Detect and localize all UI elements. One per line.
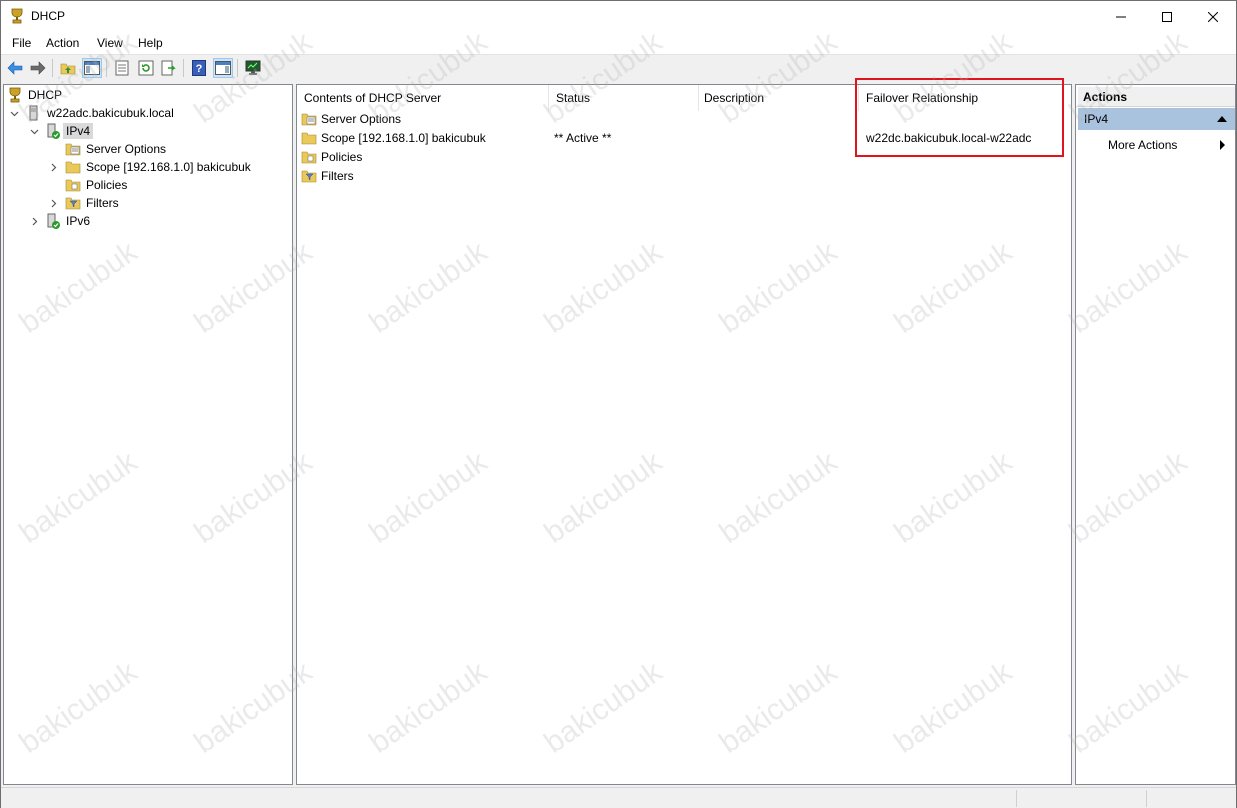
server-icon xyxy=(29,105,38,121)
forward-arrow-icon xyxy=(30,61,46,75)
filters-folder-icon xyxy=(301,170,317,183)
tree-node-ipv6[interactable]: IPv6 xyxy=(4,212,284,230)
tree-node-filters[interactable]: Filters xyxy=(4,194,284,212)
tree-label-ipv6: IPv6 xyxy=(66,214,91,228)
actions-section-label: IPv4 xyxy=(1084,112,1109,126)
status-bar-segment xyxy=(1016,790,1017,807)
maximize-button[interactable] xyxy=(1144,1,1190,32)
more-actions-link[interactable]: More Actions xyxy=(1108,138,1177,152)
server-options-icon xyxy=(301,113,317,126)
failover-highlight-box xyxy=(855,78,1064,157)
close-icon xyxy=(1208,11,1218,22)
refresh-button[interactable] xyxy=(136,58,156,78)
toolbar-separator xyxy=(52,59,53,77)
minimize-button[interactable] xyxy=(1098,1,1144,32)
back-button[interactable] xyxy=(5,58,25,78)
list-item-name: Server Options xyxy=(321,112,402,126)
svg-text:?: ? xyxy=(196,63,203,75)
tree-label-server: w22adc.bakicubuk.local xyxy=(47,106,174,120)
show-hide-tree-icon xyxy=(84,61,100,75)
dhcp-window: DHCP File Action View Help ? DHCP w22adc… xyxy=(0,0,1237,808)
maximize-icon xyxy=(1162,11,1172,22)
toolbar: ? xyxy=(1,54,1236,80)
status-bar-segment xyxy=(1146,790,1147,807)
tree-node-policies[interactable]: Policies xyxy=(4,176,284,194)
properties-icon xyxy=(115,60,129,76)
refresh-icon xyxy=(138,60,154,76)
actions-section-ipv4[interactable]: IPv4 xyxy=(1078,108,1235,130)
dhcp-app-icon xyxy=(11,8,23,24)
server-options-icon xyxy=(65,143,81,156)
column-header-name[interactable]: Contents of DHCP Server xyxy=(297,85,549,111)
scope-folder-icon xyxy=(65,161,81,174)
show-hide-action-pane-button[interactable] xyxy=(213,58,233,78)
dhcp-icon xyxy=(9,87,21,103)
list-item-name: Filters xyxy=(321,169,354,183)
ipv4-icon xyxy=(47,123,60,139)
back-arrow-icon xyxy=(7,61,23,75)
export-list-button[interactable] xyxy=(159,58,179,78)
menu-action[interactable]: Action xyxy=(46,36,79,50)
menu-view[interactable]: View xyxy=(97,36,123,50)
tree-label-scope: Scope [192.168.1.0] bakicubuk xyxy=(86,160,251,174)
toolbar-separator xyxy=(106,59,107,77)
collapse-triangle-icon[interactable] xyxy=(1217,116,1227,122)
up-one-level-button[interactable] xyxy=(58,58,78,78)
column-header-description[interactable]: Description xyxy=(697,85,859,111)
window-title: DHCP xyxy=(31,9,66,23)
monitor-button[interactable] xyxy=(243,58,263,78)
minimize-icon xyxy=(1116,16,1126,17)
expand-chevron-icon[interactable] xyxy=(48,162,58,172)
export-list-icon xyxy=(161,60,176,76)
title-bar: DHCP xyxy=(1,1,1236,32)
forward-button[interactable] xyxy=(28,58,48,78)
list-item-status: ** Active ** xyxy=(554,131,612,145)
list-item-name: Scope [192.168.1.0] bakicubuk xyxy=(321,131,486,145)
list-item[interactable]: Server Options xyxy=(301,110,401,128)
toolbar-separator xyxy=(237,59,238,77)
list-item[interactable]: Filters xyxy=(301,167,354,185)
filters-folder-icon xyxy=(65,197,81,210)
collapse-chevron-icon[interactable] xyxy=(29,126,39,136)
policies-folder-icon xyxy=(65,179,81,192)
menu-file[interactable]: File xyxy=(12,36,31,50)
help-button[interactable]: ? xyxy=(189,58,209,78)
expand-chevron-icon[interactable] xyxy=(48,198,58,208)
menu-help[interactable]: Help xyxy=(138,36,163,50)
scope-folder-icon xyxy=(301,132,317,145)
actions-pane: Actions IPv4 More Actions xyxy=(1075,84,1236,785)
tree-node-scope[interactable]: Scope [192.168.1.0] bakicubuk xyxy=(4,158,284,176)
column-header-status[interactable]: Status xyxy=(549,85,699,111)
content-pane[interactable]: Contents of DHCP Server Status Descripti… xyxy=(296,84,1072,785)
ipv6-icon xyxy=(47,213,60,229)
list-item[interactable]: Scope [192.168.1.0] bakicubuk xyxy=(301,129,486,147)
policies-folder-icon xyxy=(301,151,317,164)
tree-node-dhcp[interactable]: DHCP xyxy=(4,86,284,104)
close-button[interactable] xyxy=(1190,1,1236,32)
console-tree-pane[interactable]: DHCP w22adc.bakicubuk.local IPv4 Server … xyxy=(3,84,293,785)
toolbar-separator xyxy=(183,59,184,77)
tree-label-server-options: Server Options xyxy=(86,142,167,156)
properties-button[interactable] xyxy=(112,58,132,78)
show-action-pane-icon xyxy=(215,61,231,75)
show-hide-console-tree-button[interactable] xyxy=(82,58,102,78)
tree-label-dhcp: DHCP xyxy=(28,88,63,102)
expand-chevron-icon[interactable] xyxy=(29,216,39,226)
tree-node-ipv4[interactable]: IPv4 xyxy=(4,122,284,140)
status-bar xyxy=(1,787,1236,808)
menu-bar: File Action View Help xyxy=(1,32,1236,54)
list-item-name: Policies xyxy=(321,150,363,164)
actions-header: Actions xyxy=(1078,87,1235,107)
tree-label-filters: Filters xyxy=(86,196,119,210)
tree-node-server-options[interactable]: Server Options xyxy=(4,140,284,158)
monitor-icon xyxy=(245,60,261,75)
list-item[interactable]: Policies xyxy=(301,148,362,166)
tree-label-policies: Policies xyxy=(86,178,128,192)
tree-node-server[interactable]: w22adc.bakicubuk.local xyxy=(4,104,284,122)
submenu-arrow-icon xyxy=(1220,140,1225,150)
collapse-chevron-icon[interactable] xyxy=(9,108,19,118)
up-folder-icon xyxy=(60,63,76,75)
tree-label-ipv4: IPv4 xyxy=(63,123,94,139)
help-icon: ? xyxy=(192,60,206,76)
